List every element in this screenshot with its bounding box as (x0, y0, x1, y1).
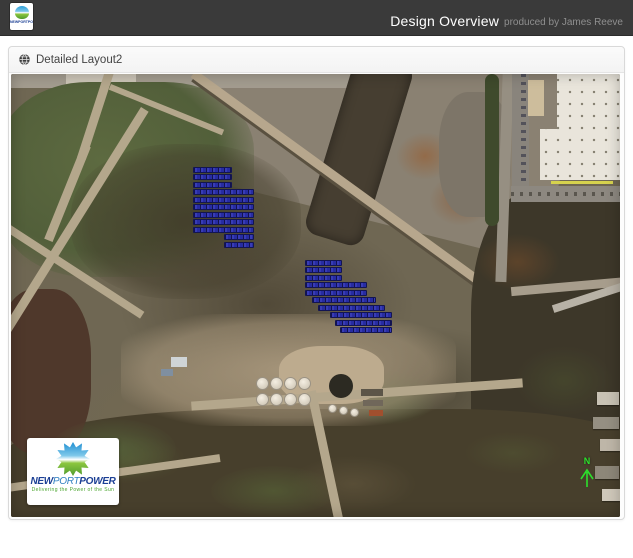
solar-panel-row (305, 267, 342, 273)
solar-panel-row (305, 275, 342, 281)
solar-panel-row (193, 197, 254, 203)
header-logo-wordmark: NEWPORTPOWER (10, 20, 33, 24)
solar-panel-row (224, 242, 254, 248)
solar-panel-row (193, 204, 254, 210)
watermark-brand: NEWPORTPOWER (27, 477, 119, 487)
panel-header: Detailed Layout2 (9, 47, 624, 73)
app-header: NEWPORTPOWER Design Overview produced by… (0, 0, 633, 36)
solar-panel-row (193, 174, 232, 180)
watermark-tagline: Delivering the Power of the Sun (31, 487, 115, 493)
brand-port: PORT (52, 476, 80, 487)
newport-power-logo-icon (14, 6, 29, 19)
page-title: Design Overview (390, 13, 500, 29)
north-arrow-marker: N (576, 457, 598, 493)
header-logo: NEWPORTPOWER (10, 3, 33, 30)
solar-panel-row (340, 327, 392, 333)
solar-panel-row (224, 234, 254, 240)
brand-new: NEW (30, 476, 53, 487)
solar-panel-row (335, 320, 392, 326)
solar-panel-row (318, 305, 385, 311)
globe-icon (19, 54, 30, 65)
solar-panel-row (312, 297, 376, 303)
solar-panel-row (193, 212, 254, 218)
brand-power: POWER (79, 476, 116, 487)
page-byline: produced by James Reeve (504, 17, 623, 28)
solar-panel-row (193, 189, 254, 195)
layout-panel: Detailed Layout2 NEWPORTPOWER Delivering… (8, 46, 625, 520)
sun-star-logo-icon (56, 442, 90, 476)
solar-panel-row (305, 282, 367, 288)
solar-panel-row (193, 182, 232, 188)
solar-panel-row (193, 167, 232, 173)
aerial-map-image: NEWPORTPOWER Delivering the Power of the… (11, 74, 620, 517)
panel-title: Detailed Layout2 (36, 53, 123, 66)
solar-panel-row (193, 219, 254, 225)
north-arrow-icon (580, 468, 594, 487)
north-label: N (583, 456, 591, 466)
solar-panel-row (193, 227, 254, 233)
solar-panel-row (305, 260, 342, 266)
solar-panel-row (330, 312, 392, 318)
newport-power-watermark: NEWPORTPOWER Delivering the Power of the… (27, 438, 119, 505)
solar-panel-row (305, 290, 367, 296)
